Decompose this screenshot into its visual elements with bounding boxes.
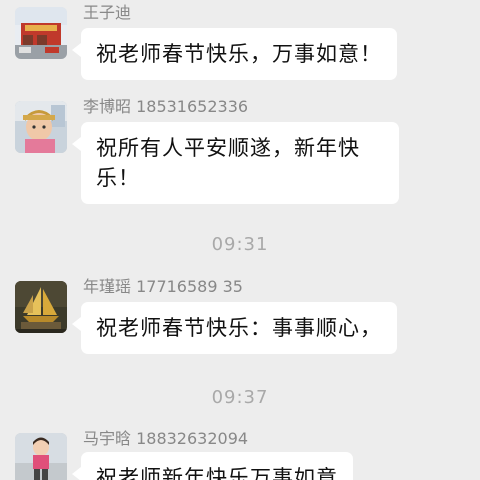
message-bubble[interactable]: 祝老师新年快乐万事如意 [72, 452, 353, 480]
avatar[interactable] [15, 433, 67, 480]
timestamp: 09:31 [211, 234, 269, 255]
message-text-line: 乐！ [96, 166, 140, 190]
avatar[interactable] [15, 7, 67, 59]
message-text: 祝老师春节快乐，万事如意！ [96, 42, 382, 66]
sender-name: 王子迪 [83, 3, 132, 22]
message-text-line: 祝所有人平安顺遂，新年快 [96, 136, 360, 160]
message-bubble[interactable]: 祝老师春节快乐，万事如意！ [72, 28, 397, 80]
avatar[interactable] [15, 281, 67, 333]
sender-name: 马宇晗 18832632094 [83, 429, 249, 448]
message-bubble[interactable]: 祝老师春节快乐：事事顺心， [72, 302, 397, 354]
timestamp: 09:37 [211, 387, 269, 408]
chat-area: 王子迪 祝老师春节快乐，万事如意！ 李博昭 18531652336 祝所有人平安… [0, 0, 480, 480]
avatar[interactable] [15, 101, 67, 153]
sender-name: 李博昭 18531652336 [83, 97, 249, 116]
message-text: 祝老师春节快乐：事事顺心， [96, 316, 382, 340]
message-text: 祝老师新年快乐万事如意 [96, 466, 338, 480]
message-bubble[interactable]: 祝所有人平安顺遂，新年快 乐！ [72, 122, 399, 204]
sender-name: 年瑾瑶 17716589 35 [83, 277, 243, 296]
